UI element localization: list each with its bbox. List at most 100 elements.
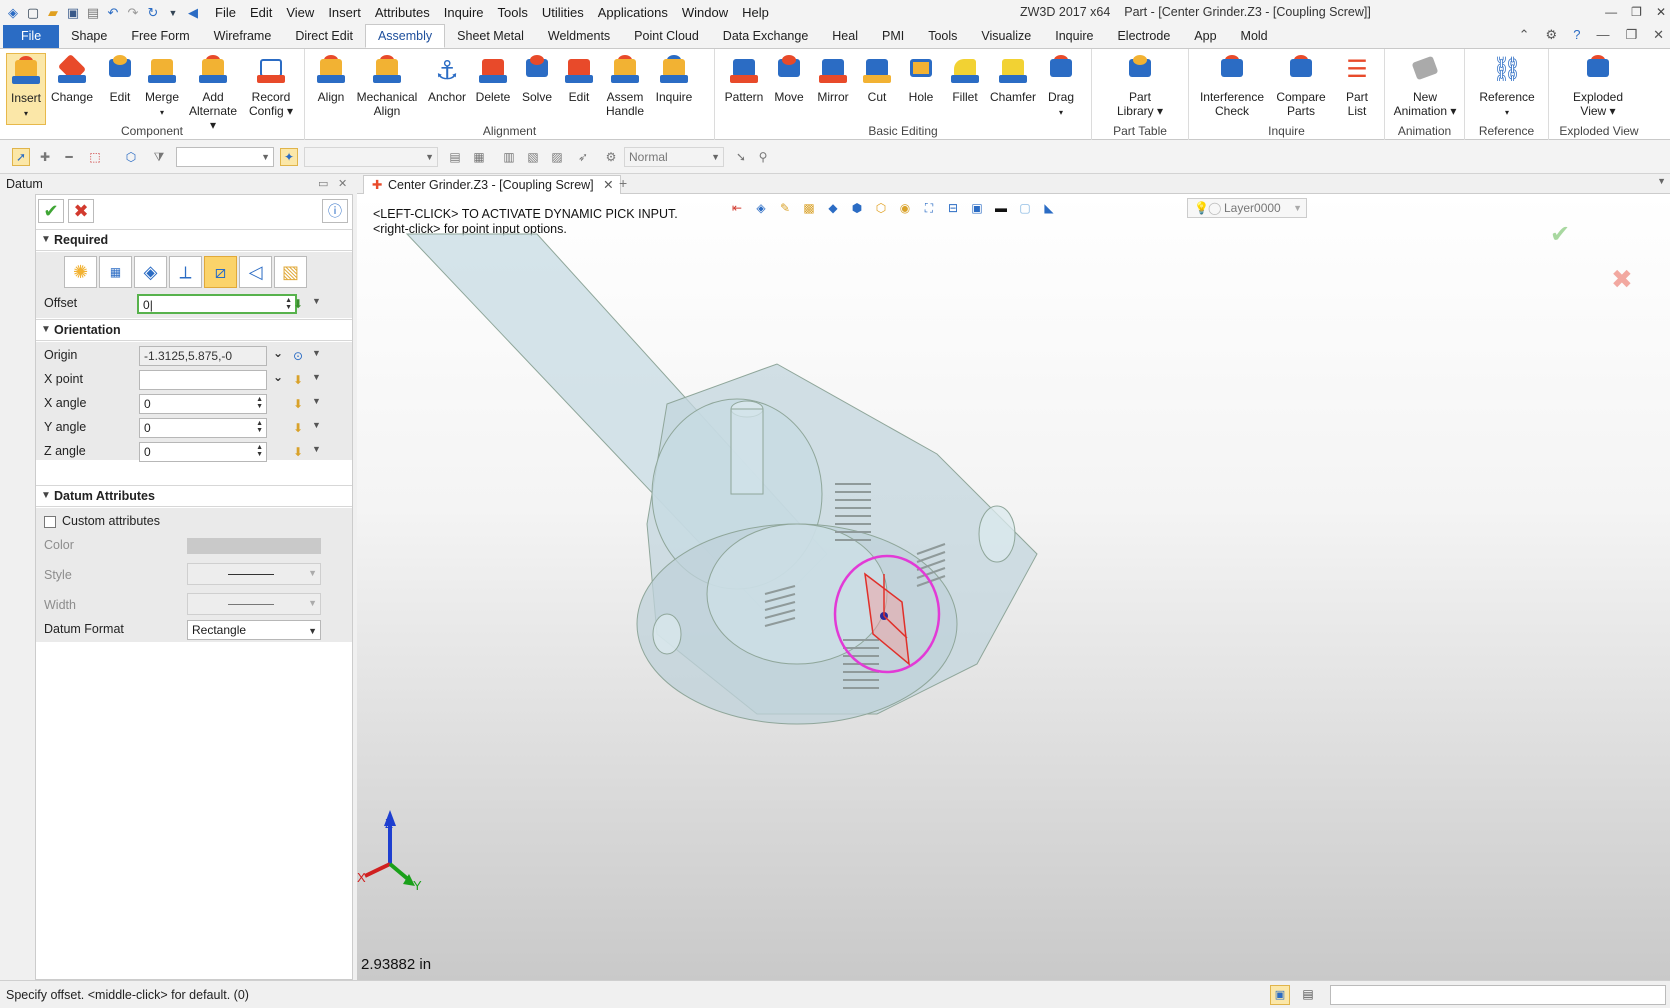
- x-angle-spinner-icon[interactable]: ▲ ▼: [256, 396, 263, 410]
- menu-insert[interactable]: Insert: [321, 0, 368, 25]
- menu-help[interactable]: Help: [735, 0, 776, 25]
- x-angle-input[interactable]: 0 ▲ ▼: [139, 394, 267, 414]
- datum-type-geometry-icon[interactable]: ◈: [134, 256, 167, 288]
- render-mode-icon[interactable]: ⚙: [602, 148, 620, 166]
- qa-arrow-icon[interactable]: ◀: [184, 4, 202, 22]
- chamfer-button[interactable]: Chamfer: [989, 53, 1037, 104]
- y-angle-options-icon[interactable]: ▼: [312, 420, 321, 430]
- add-alternate-button[interactable]: Add Alternate ▾: [186, 53, 240, 132]
- graphics-viewport[interactable]: ⇤ ◈ ✎ ▩ ◆ ⬢ ⬡ ◉ ⛶ ⊟ ▣ ▬ ▢ ◣ 💡 ◯ Layer000…: [357, 194, 1670, 980]
- datum-type-angle-icon[interactable]: ◁: [239, 256, 272, 288]
- pick-type-combo[interactable]: ▼: [304, 147, 438, 167]
- pick-option-5-icon[interactable]: ▨: [548, 148, 566, 166]
- record-config-button[interactable]: Record Config ▾: [246, 53, 296, 118]
- tab-assembly[interactable]: Assembly: [364, 24, 446, 48]
- tab-file[interactable]: File: [3, 25, 60, 48]
- x-point-options-icon[interactable]: ▼: [312, 372, 321, 382]
- undo-icon[interactable]: ↶: [104, 4, 122, 22]
- open-folder-icon[interactable]: ▰: [44, 4, 62, 22]
- menu-applications[interactable]: Applications: [591, 0, 675, 25]
- offset-options-icon[interactable]: ▼: [312, 296, 321, 306]
- regen-icon[interactable]: ↻: [144, 4, 162, 22]
- restore-icon[interactable]: ❐: [1631, 0, 1642, 25]
- origin-expand-icon[interactable]: ⌄: [273, 346, 283, 360]
- assem-handle-button[interactable]: Assem Handle: [603, 53, 647, 118]
- origin-options-icon[interactable]: ▼: [312, 348, 321, 358]
- tab-pmi[interactable]: PMI: [870, 25, 916, 48]
- menu-view[interactable]: View: [279, 0, 321, 25]
- menu-window[interactable]: Window: [675, 0, 735, 25]
- ok-button[interactable]: ✔: [38, 199, 64, 223]
- menu-file[interactable]: File: [208, 0, 243, 25]
- tab-mold[interactable]: Mold: [1229, 25, 1280, 48]
- offset-pick-icon[interactable]: ⬇: [290, 296, 306, 312]
- datum-type-offset-icon[interactable]: ⧄: [204, 256, 237, 288]
- document-tab-close-icon[interactable]: ✕: [603, 178, 613, 192]
- menu-edit[interactable]: Edit: [243, 0, 279, 25]
- tab-heal[interactable]: Heal: [820, 25, 870, 48]
- pick-tool-icon[interactable]: ⚲: [754, 148, 772, 166]
- z-angle-input[interactable]: 0 ▲ ▼: [139, 442, 267, 462]
- minimize-icon[interactable]: —: [1605, 0, 1617, 25]
- reference-button[interactable]: ⛓ Reference ▾: [1475, 53, 1539, 120]
- app-logo-icon[interactable]: ◈: [4, 4, 22, 22]
- mirror-button[interactable]: Mirror: [813, 53, 853, 104]
- width-select[interactable]: ▼: [187, 593, 321, 615]
- pick-option-4-icon[interactable]: ▧: [524, 148, 542, 166]
- ribbon-minimize-icon[interactable]: —: [1596, 27, 1609, 43]
- merge-button[interactable]: Merge ▾: [142, 53, 182, 120]
- render-mode-combo[interactable]: Normal ▼: [624, 147, 724, 167]
- select-arrow-icon[interactable]: ➚: [12, 148, 30, 166]
- status-toggle-2-icon[interactable]: ▤: [1298, 985, 1318, 1005]
- help-icon[interactable]: ?: [1573, 27, 1580, 43]
- section-orientation[interactable]: ▼ Orientation: [36, 319, 352, 341]
- menu-utilities[interactable]: Utilities: [535, 0, 591, 25]
- tab-weldments[interactable]: Weldments: [536, 25, 622, 48]
- save-icon[interactable]: ▣: [64, 4, 82, 22]
- pick-filter-icon[interactable]: ⬚: [86, 148, 104, 166]
- redo-icon[interactable]: ↷: [124, 4, 142, 22]
- section-datum-attributes[interactable]: ▼ Datum Attributes: [36, 485, 352, 507]
- x-angle-pick-icon[interactable]: ⬇: [290, 396, 306, 412]
- z-angle-options-icon[interactable]: ▼: [312, 444, 321, 454]
- alignment-inquire-button[interactable]: Inquire: [651, 53, 697, 104]
- pick-option-2-icon[interactable]: ▦: [470, 148, 488, 166]
- status-toggle-1-icon[interactable]: ▣: [1270, 985, 1290, 1005]
- fillet-button[interactable]: Fillet: [945, 53, 985, 104]
- smart-pick-icon[interactable]: ✦: [280, 148, 298, 166]
- mechanical-align-button[interactable]: Mechanical Align: [355, 53, 419, 118]
- datum-type-smart-icon[interactable]: ✺: [64, 256, 97, 288]
- tab-wireframe[interactable]: Wireframe: [202, 25, 284, 48]
- menu-inquire[interactable]: Inquire: [437, 0, 491, 25]
- tab-inquire[interactable]: Inquire: [1043, 25, 1105, 48]
- datum-type-view-icon[interactable]: ▧: [274, 256, 307, 288]
- pattern-button[interactable]: Pattern: [723, 53, 765, 104]
- new-tab-icon[interactable]: +: [619, 175, 627, 191]
- part-list-button[interactable]: ☰ Part List: [1337, 53, 1377, 118]
- tab-direct-edit[interactable]: Direct Edit: [283, 25, 365, 48]
- drag-button[interactable]: Drag ▾: [1041, 53, 1081, 120]
- style-select[interactable]: ▼: [187, 563, 321, 585]
- menu-tools[interactable]: Tools: [491, 0, 535, 25]
- origin-point-icon[interactable]: ⊙: [290, 348, 306, 364]
- add-filter-icon[interactable]: ✚: [36, 148, 54, 166]
- datum-type-axis-icon[interactable]: ⟂: [169, 256, 202, 288]
- pick-option-3-icon[interactable]: ▥: [500, 148, 518, 166]
- datum-type-plane-icon[interactable]: ▦: [99, 256, 132, 288]
- cut-button[interactable]: Cut: [857, 53, 897, 104]
- x-point-expand-icon[interactable]: ⌄: [273, 370, 283, 384]
- remove-filter-icon[interactable]: ━: [60, 148, 78, 166]
- move-button[interactable]: Move: [769, 53, 809, 104]
- interference-check-button[interactable]: Interference Check: [1199, 53, 1265, 118]
- qa-dropdown-icon[interactable]: ▼: [164, 4, 182, 22]
- ribbon-close-icon[interactable]: ✕: [1653, 27, 1664, 43]
- new-animation-button[interactable]: New Animation ▾: [1391, 53, 1459, 118]
- z-angle-spinner-icon[interactable]: ▲ ▼: [256, 444, 263, 458]
- origin-input[interactable]: -1.3125,5.875,-0: [139, 346, 267, 366]
- settings-gear-icon[interactable]: ⚙: [1546, 27, 1558, 43]
- pick-arrow-icon[interactable]: ➘: [732, 148, 750, 166]
- command-input[interactable]: [1330, 985, 1666, 1005]
- panel-pin-icon[interactable]: ▭: [318, 174, 328, 194]
- pick-option-1-icon[interactable]: ▤: [446, 148, 464, 166]
- tab-point-cloud[interactable]: Point Cloud: [622, 25, 711, 48]
